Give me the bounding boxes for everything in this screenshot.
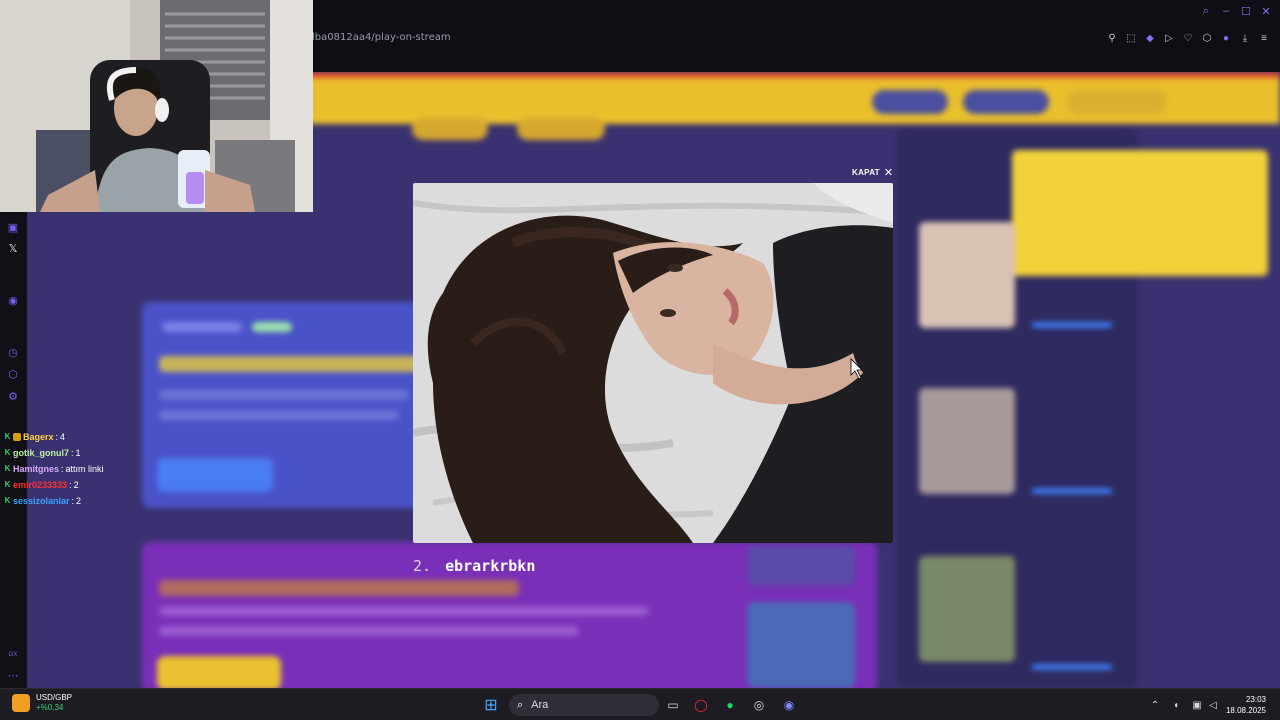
close-icon: ✕ [883, 167, 894, 179]
play-icon[interactable]: ▷ [1163, 32, 1175, 44]
chevron-up-icon[interactable]: ⌃ [1147, 697, 1163, 713]
address-bar-url[interactable]: lba0812aa4/play-on-stream [312, 32, 451, 43]
extensions-icon[interactable]: ⬡ [1201, 32, 1213, 44]
chat-username: emir0233333 [13, 480, 68, 490]
volume-icon[interactable]: ◁ [1205, 697, 1221, 713]
badge-icon: K [4, 448, 11, 457]
more-icon[interactable]: ⋯ [6, 668, 20, 682]
minimize-icon[interactable]: – [1220, 5, 1232, 17]
chat-message: K Bagerx : 4 [4, 429, 104, 445]
chat-username: sessizolanlar [13, 496, 70, 506]
badge-icon: K [4, 480, 11, 489]
spotify-icon[interactable]: ● [722, 697, 738, 713]
search-icon: ⌕ [517, 698, 524, 711]
heart-icon[interactable]: ♡ [1182, 32, 1194, 44]
discord-icon[interactable]: ◉ [781, 697, 797, 713]
gx-icon[interactable]: GX [6, 648, 20, 662]
app-icon[interactable]: ◎ [751, 697, 767, 713]
modal-caption: 2. ebrarkrbkn [413, 557, 535, 575]
pin-icon[interactable]: ⚲ [1106, 32, 1118, 44]
twitch-icon[interactable]: ▣ [6, 220, 20, 234]
chat-message: K sessizolanlar : 2 [4, 493, 104, 509]
browser-toolbar: ⚲ ⬚ ◆ ▷ ♡ ⬡ ● ⤓ ≡ [1106, 32, 1270, 44]
modal-close-button[interactable]: KAPAT ✕ [852, 166, 893, 179]
ticker-widget[interactable]: USD/GBP +%0,34 [12, 693, 72, 713]
chat-message: K Hamitgnes : attım linki [4, 461, 104, 477]
microphone-icon[interactable]: ◖ [1168, 697, 1184, 713]
chat-text: 2 [76, 496, 82, 506]
close-window-icon[interactable]: ✕ [1260, 5, 1272, 18]
system-clock[interactable]: 23:03 18.08.2025 [1226, 694, 1266, 716]
puzzle-icon[interactable]: ⬡ [6, 367, 20, 381]
chat-text: 4 [60, 432, 66, 442]
shield-icon[interactable]: ◆ [1144, 32, 1156, 44]
clock-time: 23:03 [1245, 695, 1266, 704]
maximize-icon[interactable]: ☐ [1240, 5, 1252, 18]
close-label: KAPAT [852, 168, 880, 177]
chat-text: attım linki [65, 464, 104, 474]
download-icon[interactable]: ⤓ [1239, 32, 1251, 44]
menu-icon[interactable]: ≡ [1258, 32, 1270, 44]
profile-icon[interactable]: ● [1220, 32, 1232, 44]
settings-icon[interactable]: ⚙ [6, 389, 20, 403]
opera-gx-icon[interactable]: ◯ [693, 697, 709, 713]
clock-date: 18.08.2025 [1225, 706, 1266, 715]
entry-name: ebrarkrbkn [445, 557, 536, 575]
ticker-name: USD/GBP [36, 693, 73, 702]
taskbar-search[interactable]: ⌕ Ara [509, 694, 659, 716]
chat-text: 2 [73, 480, 79, 490]
webcam-overlay [0, 0, 313, 212]
chat-overlay: K Bagerx : 4 K gotik_gonul7 : 1 K Hamitg… [4, 429, 104, 509]
screenshot-icon[interactable]: ⬚ [1125, 32, 1137, 44]
x-icon[interactable]: 𝕏 [6, 241, 20, 255]
badge-icon: K [4, 464, 11, 473]
chat-username: gotik_gonul7 [13, 448, 69, 458]
network-icon[interactable]: ▣ [1189, 697, 1205, 713]
task-view-icon[interactable]: ▭ [665, 697, 681, 713]
badge-icon: K [4, 432, 11, 441]
chat-message: K gotik_gonul7 : 1 [4, 445, 104, 461]
chat-text: 1 [75, 448, 81, 458]
screen: lba0812aa4/play-on-stream ⌕ – ☐ ✕ ⚲ ⬚ ◆ … [0, 0, 1280, 720]
search-icon[interactable]: ⌕ [1200, 5, 1212, 17]
badge-icon: K [4, 496, 11, 505]
modal-photo [413, 183, 893, 543]
entry-number: 2. [413, 557, 432, 575]
play-circle-icon[interactable]: ◉ [6, 293, 20, 307]
chat-username: Hamitgnes [13, 464, 60, 474]
chat-message: K emir0233333 : 2 [4, 477, 104, 493]
windows-taskbar: USD/GBP +%0,34 ⊞ ⌕ Ara ▭ ◯ ● ◎ ◉ ⌃ ◖ ▣ ◁… [0, 688, 1280, 720]
window-controls: ⌕ – ☐ ✕ [1200, 5, 1272, 18]
search-placeholder: Ara [531, 699, 549, 711]
chat-username: Bagerx [23, 432, 54, 442]
emote-icon [13, 433, 21, 441]
clock-icon[interactable]: ◷ [6, 345, 20, 359]
ticker-icon [12, 694, 30, 712]
windows-start-icon[interactable]: ⊞ [483, 697, 499, 714]
ticker-change: +%0,34 [36, 703, 64, 712]
